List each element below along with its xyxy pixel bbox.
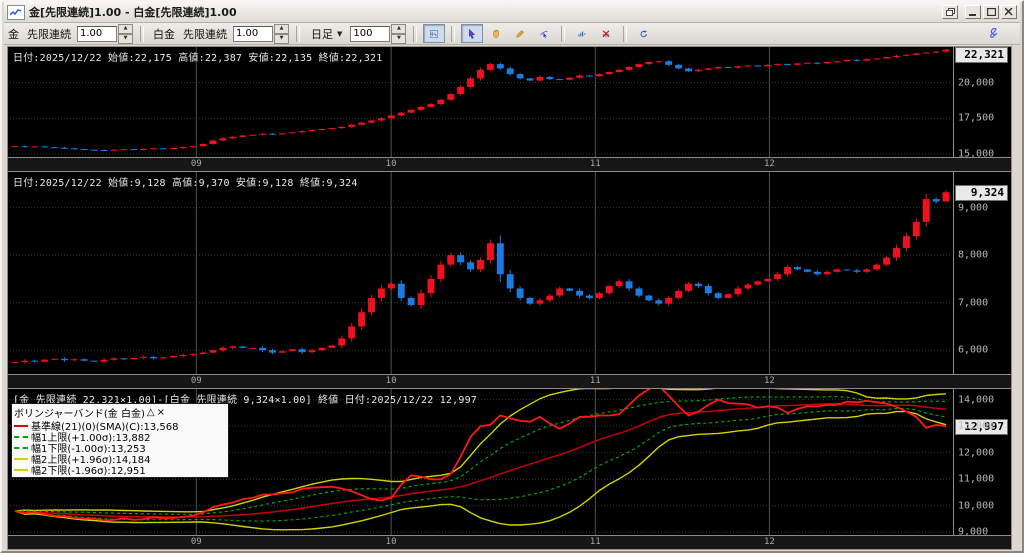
gold-scale-down-button[interactable]: ▼ — [118, 33, 133, 44]
platinum-ohlc-info: 日付:2025/12/22 始値:9,128 高値:9,370 安値:9,128… — [13, 178, 358, 189]
legend-swatch-sigma2-upper — [14, 457, 28, 460]
remove-indicator-button[interactable] — [595, 24, 617, 43]
x-axis-month-label: 11 — [589, 537, 601, 547]
timeframe-label: 日足 — [311, 27, 333, 41]
candles-layer — [11, 190, 950, 364]
y-axis-label: 12,000 — [958, 447, 995, 459]
chevron-down-icon: ▼ — [337, 29, 343, 38]
gold-symbol-label: 金 — [8, 27, 19, 41]
float-window-button[interactable] — [942, 5, 958, 19]
legend-close-button[interactable]: × — [157, 407, 165, 418]
bar-count-spinner: ▲▼ — [350, 23, 407, 44]
y-axis-label: 13,000 — [958, 420, 995, 432]
gold-scale-spinner: ▲▼ — [77, 23, 133, 44]
toolbar-separator — [623, 25, 628, 42]
y-axis-label: 8,000 — [958, 249, 989, 261]
legend-swatch-sma — [14, 424, 28, 427]
timeframe-select[interactable]: 日足 ▼ — [308, 25, 345, 43]
legend-label: 幅2下限(-1.96σ):12,951 — [31, 466, 146, 477]
y-axis-label: 17,500 — [958, 112, 995, 124]
x-axis-month-label: 09 — [190, 159, 202, 169]
x-axis-month-label: 11 — [589, 159, 601, 169]
trendline-tool-button[interactable] — [533, 24, 555, 43]
platinum-series-label: 先限連続 — [183, 27, 227, 41]
gold-chart-panel: 日付:2025/12/22 始値:22,175 高値:22,387 安値:22,… — [7, 46, 1012, 171]
legend-swatch-sigma1-lower — [14, 446, 28, 449]
settings-wrench-icon[interactable] — [982, 25, 1000, 42]
legend-collapse-button[interactable]: △ — [147, 407, 155, 418]
bar-count-down-button[interactable]: ▼ — [391, 33, 407, 44]
platinum-chart-panel: 日付:2025/12/22 始値:9,128 高値:9,370 安値:9,128… — [7, 171, 1012, 388]
bollinger-legend: ボリンジャーバンド(金 白金) △ × 基準線(21)(0)(SMA)(C):1… — [11, 403, 229, 478]
spread-price-axis: 12,997 14,000 13,000 12,000 11,000 10,000 9,0… — [953, 389, 1010, 538]
y-axis-label: 11,000 — [958, 473, 995, 485]
x-axis-month-label: 12 — [763, 537, 775, 547]
x-axis-month-label: 09 — [190, 537, 202, 547]
bar-chart-icon — [578, 31, 586, 36]
trendline-tool-icon — [540, 30, 548, 38]
x-axis-month-label: 12 — [763, 159, 775, 169]
toolbar-separator — [561, 25, 566, 42]
platinum-scale-up-button[interactable]: ▲ — [274, 23, 289, 34]
gold-scale-input[interactable] — [77, 25, 117, 42]
y-axis-label: 9,000 — [958, 202, 989, 214]
gold-last-price-badge: 22,321 — [955, 47, 1008, 63]
select-tool-button[interactable] — [461, 24, 484, 43]
toolbar-separator — [296, 25, 300, 42]
title-bar: 金[先限連続]1.00 - 白金[先限連続]1.00 — [4, 2, 1020, 23]
pencil-icon — [516, 29, 525, 38]
crosshair-tool-button[interactable] — [423, 24, 446, 43]
refresh-icon — [641, 29, 648, 37]
indicator-menu-button[interactable] — [571, 24, 593, 43]
y-axis-label: 20,000 — [958, 77, 995, 89]
gold-price-axis: 22,321 20,000 17,500 15,000 — [953, 47, 1010, 160]
gridlines — [10, 172, 951, 374]
select-tool-icon — [469, 28, 476, 39]
platinum-last-price-badge: 9,324 — [955, 185, 1008, 202]
gold-scale-up-button[interactable]: ▲ — [118, 23, 133, 34]
legend-swatch-sigma2-lower — [14, 468, 28, 471]
x-axis-month-label: 10 — [385, 159, 397, 169]
platinum-scale-down-button[interactable]: ▼ — [274, 33, 289, 44]
platinum-candlestick-plot[interactable] — [10, 172, 951, 374]
x-axis-month-label: 11 — [589, 376, 601, 386]
x-axis-month-label: 10 — [385, 537, 397, 547]
y-axis-label: 6,000 — [958, 344, 989, 356]
y-axis-label: 7,000 — [958, 297, 989, 309]
legend-swatch-sigma1-upper — [14, 435, 28, 438]
window-title: 金[先限連続]1.00 - 白金[先限連続]1.00 — [29, 6, 237, 19]
y-axis-label: 14,000 — [958, 394, 995, 406]
crosshair-tool-icon — [430, 29, 439, 38]
y-axis-label: 10,000 — [958, 500, 995, 512]
pan-tool-button[interactable] — [485, 24, 507, 43]
pan-tool-icon — [493, 29, 499, 38]
close-button[interactable] — [1001, 5, 1017, 19]
x-axis-month-label: 09 — [190, 376, 202, 386]
toolbar-separator — [451, 25, 456, 42]
draw-tool-button[interactable] — [509, 24, 531, 43]
platinum-scale-input[interactable] — [233, 25, 273, 42]
platinum-price-axis: 9,324 9,000 8,000 7,000 6,000 — [953, 172, 1010, 374]
platinum-symbol-label: 白金 — [153, 27, 175, 41]
maximize-button[interactable] — [983, 5, 999, 19]
platinum-scale-spinner: ▲▼ — [233, 23, 289, 44]
spread-time-axis: 09 10 11 12 — [8, 535, 1011, 549]
bar-count-input[interactable] — [350, 25, 391, 42]
x-axis-month-label: 12 — [763, 376, 775, 386]
toolbar-separator — [140, 25, 144, 42]
gold-series-label: 先限連続 — [27, 27, 71, 41]
minimize-button[interactable] — [965, 5, 981, 19]
spread-chart-panel: [金 先限連続 22,321×1.00]-[白金 先限連続 9,324×1.00… — [7, 388, 1012, 550]
gold-ohlc-info: 日付:2025/12/22 始値:22,175 高値:22,387 安値:22,… — [13, 53, 383, 64]
platinum-time-axis: 09 10 11 12 — [8, 374, 1011, 388]
remove-indicator-icon — [602, 29, 610, 37]
x-axis-month-label: 10 — [385, 376, 397, 386]
toolbar-separator — [413, 25, 418, 42]
bar-count-up-button[interactable]: ▲ — [391, 23, 407, 34]
gold-time-axis: 09 10 11 12 — [8, 157, 1011, 171]
app-icon — [7, 4, 25, 20]
refresh-button[interactable] — [633, 24, 655, 43]
toolbar: 金 先限連続 ▲▼ 白金 先限連続 ▲▼ 日足 ▼ ▲▼ — [4, 23, 1020, 45]
chart-window: 金[先限連続]1.00 - 白金[先限連続]1.00 金 先限連続 ▲▼ 白金 … — [0, 0, 1024, 553]
